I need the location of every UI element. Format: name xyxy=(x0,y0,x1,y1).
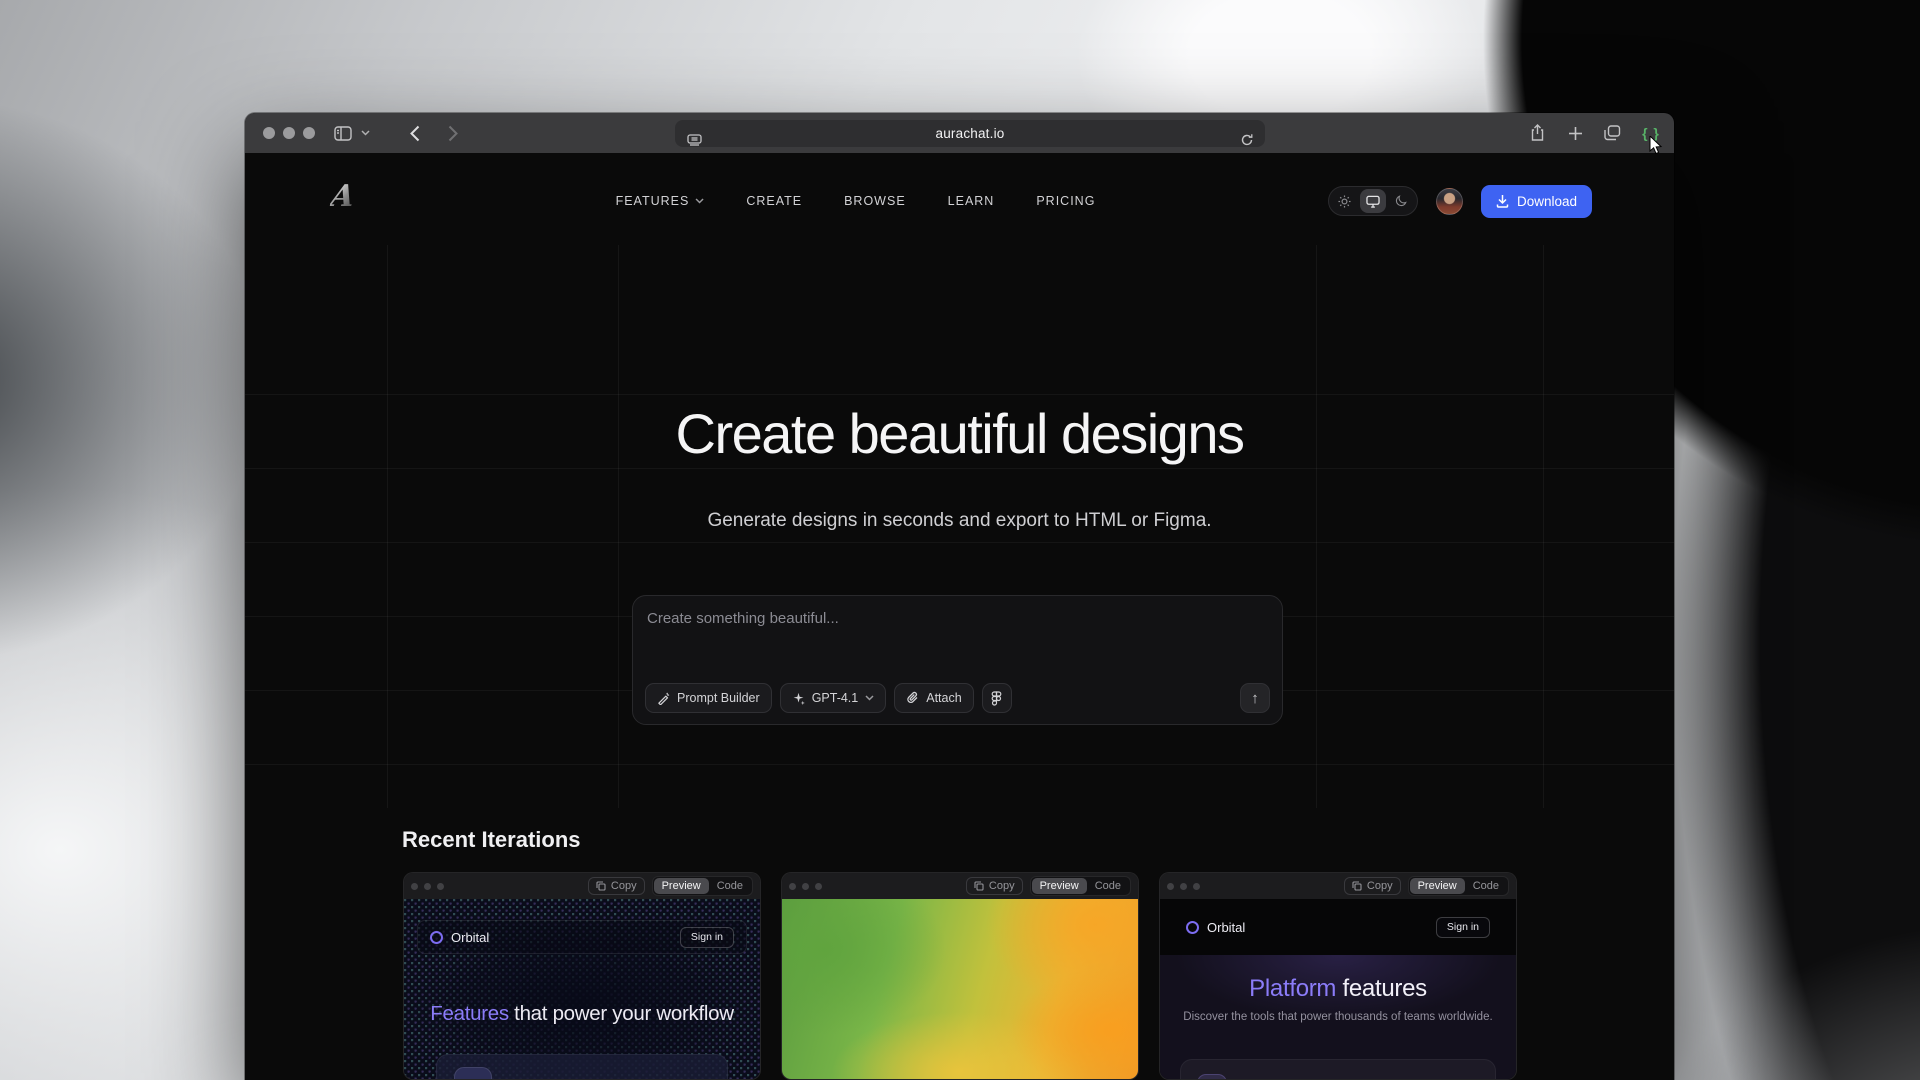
theme-light-sun-icon[interactable] xyxy=(1332,189,1358,213)
copy-button[interactable]: Copy xyxy=(1344,877,1401,895)
preview-navbar: Orbital Sign in xyxy=(417,920,747,954)
page-viewport: A FEATURES CREATE BROWSE LEARN PRICING xyxy=(245,153,1674,1080)
copy-icon xyxy=(596,881,606,891)
chevron-down-icon xyxy=(695,198,704,204)
desktop-background: aurachat.io { } xyxy=(0,0,1920,1080)
copy-icon xyxy=(1352,881,1362,891)
url-text: aurachat.io xyxy=(675,126,1265,141)
copy-button[interactable]: Copy xyxy=(966,877,1023,895)
theme-system-display-icon[interactable] xyxy=(1360,189,1386,213)
nav-item-features[interactable]: FEATURES xyxy=(616,194,705,208)
card-toolbar: Copy Preview Code xyxy=(404,873,760,899)
preview-feature-panel: ↓ xyxy=(436,1054,728,1080)
download-button[interactable]: Download xyxy=(1481,185,1592,218)
sparkle-icon xyxy=(792,692,805,705)
code-tab[interactable]: Code xyxy=(1087,878,1129,894)
prompt-builder-button[interactable]: Prompt Builder xyxy=(645,683,772,713)
close-window-button[interactable] xyxy=(263,127,275,139)
card-toolbar: Copy Preview Code xyxy=(1160,873,1516,899)
card-preview[interactable]: Orbital Sign in Features that power your… xyxy=(404,899,760,1080)
browser-window: aurachat.io { } xyxy=(245,113,1674,1080)
feature-arrow-icon: ↓ xyxy=(454,1067,492,1080)
new-tab-plus-icon[interactable] xyxy=(1563,113,1587,153)
preview-brand: Orbital xyxy=(1207,920,1245,935)
nav-item-create[interactable]: CREATE xyxy=(746,194,802,208)
iteration-card-orbital-platform: Copy Preview Code Orbital Sign i xyxy=(1159,872,1517,1080)
mouse-cursor xyxy=(1649,136,1666,156)
preview-code-segment: Preview Code xyxy=(1408,876,1509,896)
back-button[interactable] xyxy=(405,113,425,153)
download-icon xyxy=(1496,194,1509,208)
preview-signin-button: Sign in xyxy=(1436,917,1490,938)
preview-heading: Platform features xyxy=(1160,975,1516,1003)
card-preview[interactable]: Orbital Sign in Platform features Discov… xyxy=(1160,899,1516,1080)
paperclip-icon xyxy=(906,691,919,705)
main-navigation: FEATURES CREATE BROWSE LEARN PRICING xyxy=(616,153,1096,249)
recent-cards-row: Copy Preview Code Orbital xyxy=(403,872,1517,1080)
send-button[interactable]: ↑ xyxy=(1240,683,1270,713)
preview-heading: Features that power your workflow xyxy=(404,1002,760,1026)
sidebar-chevron-down-icon[interactable] xyxy=(358,113,372,153)
preview-brand: Orbital xyxy=(451,930,489,945)
feature-icon xyxy=(1197,1074,1227,1080)
copy-button[interactable]: Copy xyxy=(588,877,645,895)
preview-signin-button: Sign in xyxy=(680,927,734,948)
browser-toolbar: aurachat.io { } xyxy=(245,113,1674,153)
preview-subtitle: Discover the tools that power thousands … xyxy=(1160,1011,1516,1023)
preview-navbar: Orbital Sign in xyxy=(1160,899,1516,955)
nav-item-learn[interactable]: LEARN xyxy=(948,194,995,208)
prompt-toolbar: Prompt Builder GPT-4.1 Attach xyxy=(645,683,1270,713)
preview-tab[interactable]: Preview xyxy=(654,878,709,894)
card-preview[interactable] xyxy=(782,899,1138,1080)
iteration-card-gradient: Copy Preview Code xyxy=(781,872,1139,1080)
card-toolbar: Copy Preview Code xyxy=(782,873,1138,899)
nav-item-pricing[interactable]: PRICING xyxy=(1036,194,1095,208)
nav-item-browse[interactable]: BROWSE xyxy=(844,194,906,208)
orbital-logo-icon xyxy=(430,931,443,944)
chevron-down-icon xyxy=(865,695,874,701)
code-tab[interactable]: Code xyxy=(1465,878,1507,894)
user-avatar[interactable] xyxy=(1436,188,1463,215)
preview-tab[interactable]: Preview xyxy=(1410,878,1465,894)
site-header: A FEATURES CREATE BROWSE LEARN PRICING xyxy=(245,153,1674,249)
model-selector-button[interactable]: GPT-4.1 xyxy=(780,683,887,713)
share-icon[interactable] xyxy=(1525,113,1549,153)
prompt-box: Prompt Builder GPT-4.1 Attach xyxy=(632,595,1283,725)
theme-dark-moon-icon[interactable] xyxy=(1388,189,1414,213)
header-actions: Download xyxy=(1328,153,1592,249)
zoom-window-button[interactable] xyxy=(303,127,315,139)
preview-code-segment: Preview Code xyxy=(1030,876,1131,896)
preview-hero: Platform features Discover the tools tha… xyxy=(1160,955,1516,1080)
window-dots xyxy=(1167,883,1200,890)
attach-button[interactable]: Attach xyxy=(894,683,973,713)
preview-feature-panel xyxy=(1180,1059,1496,1080)
window-dots xyxy=(789,883,822,890)
forward-button[interactable] xyxy=(443,113,463,153)
theme-toggle xyxy=(1328,186,1418,216)
orbital-logo-icon xyxy=(1186,921,1199,934)
code-tab[interactable]: Code xyxy=(709,878,751,894)
preview-code-segment: Preview Code xyxy=(652,876,753,896)
tab-overview-icon[interactable] xyxy=(1599,113,1625,153)
address-bar[interactable]: aurachat.io xyxy=(675,120,1265,147)
prompt-input[interactable] xyxy=(647,610,1268,662)
figma-icon xyxy=(991,691,1002,706)
copy-icon xyxy=(974,881,984,891)
preview-tab[interactable]: Preview xyxy=(1032,878,1087,894)
wand-icon xyxy=(657,692,670,705)
window-controls xyxy=(263,127,315,139)
hero-title: Create beautiful designs xyxy=(245,401,1674,466)
minimize-window-button[interactable] xyxy=(283,127,295,139)
window-dots xyxy=(411,883,444,890)
hero-subtitle: Generate designs in seconds and export t… xyxy=(245,510,1674,532)
brand-logo[interactable]: A xyxy=(329,179,357,214)
iteration-card-orbital-features: Copy Preview Code Orbital xyxy=(403,872,761,1080)
recent-iterations-heading: Recent Iterations xyxy=(402,827,581,853)
sidebar-toggle-icon[interactable] xyxy=(331,113,355,153)
figma-export-button[interactable] xyxy=(982,683,1012,713)
